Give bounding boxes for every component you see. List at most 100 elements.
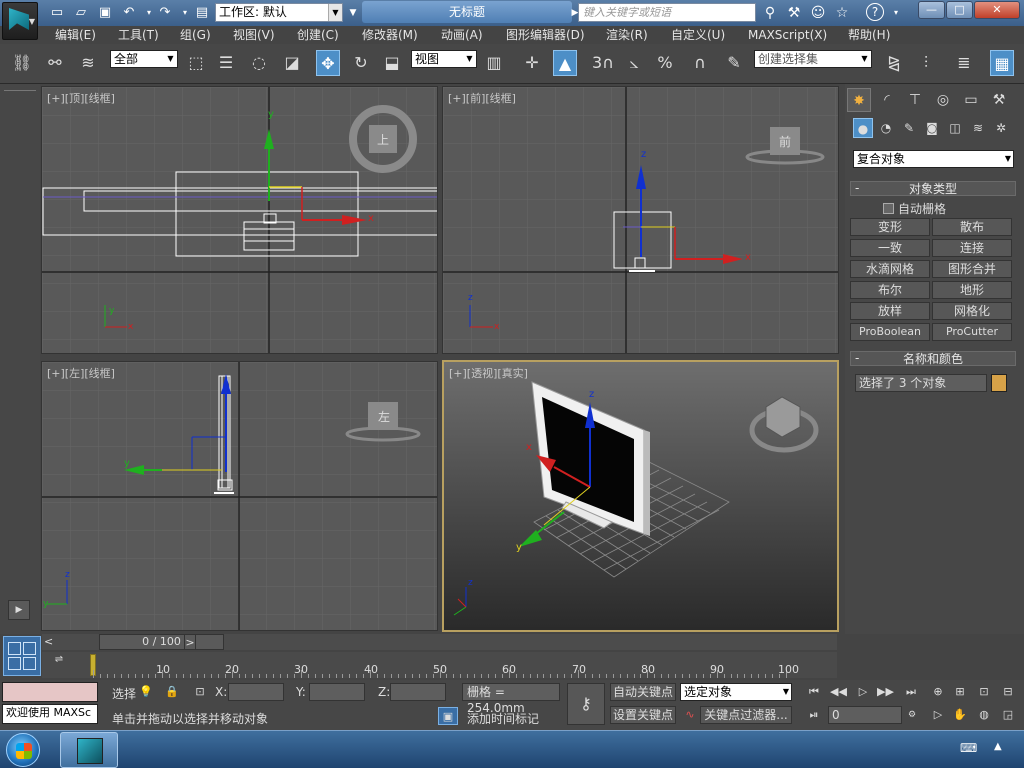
- terrain-button[interactable]: 地形: [932, 281, 1012, 299]
- project-folder-icon[interactable]: ▤: [193, 4, 211, 22]
- menu-help[interactable]: 帮助(H): [848, 26, 890, 44]
- select-object-icon[interactable]: ⬚: [184, 50, 208, 76]
- zoom-extents-all-icon[interactable]: ⊟: [1000, 683, 1016, 701]
- menu-graph-editors[interactable]: 图形编辑器(D): [506, 26, 585, 44]
- select-by-name-icon[interactable]: ☰: [214, 50, 238, 76]
- open-file-icon[interactable]: ▱: [72, 4, 90, 22]
- morph-button[interactable]: 变形: [850, 218, 930, 236]
- rectangular-selection-icon[interactable]: ◌: [247, 50, 271, 76]
- select-and-rotate-icon[interactable]: ↻: [349, 50, 373, 76]
- taskbar-3dsmax-button[interactable]: [60, 732, 118, 768]
- menu-tools[interactable]: 工具(T): [118, 26, 159, 44]
- motion-tab-icon[interactable]: ◎: [931, 88, 955, 112]
- lights-icon[interactable]: ✎: [899, 118, 919, 138]
- spinner-snap-icon[interactable]: ∩: [688, 50, 712, 76]
- help-icon[interactable]: ?: [866, 3, 884, 21]
- keyboard-icon[interactable]: ⌨: [960, 741, 977, 755]
- set-key-button[interactable]: 设置关键点: [610, 706, 676, 724]
- viewport-perspective-label[interactable]: [+][透视][真实]: [449, 365, 528, 381]
- mirror-icon[interactable]: ⧎: [882, 50, 906, 76]
- pan-view-icon[interactable]: ✋: [952, 706, 968, 724]
- selection-filter-dropdown[interactable]: 全部 ▼: [110, 50, 178, 68]
- layer-manager-icon[interactable]: ≣: [952, 50, 976, 76]
- viewport-top-label[interactable]: [+][顶][线框]: [47, 90, 115, 106]
- object-color-swatch[interactable]: [991, 374, 1007, 392]
- menu-view[interactable]: 视图(V): [233, 26, 275, 44]
- communication-center-icon[interactable]: ⚒: [784, 3, 804, 23]
- keyboard-shortcut-override-icon[interactable]: ▲: [553, 50, 577, 76]
- modify-tab-icon[interactable]: ◜: [875, 88, 899, 112]
- minimize-button[interactable]: —: [918, 1, 945, 19]
- pivot-center-icon[interactable]: ▥: [482, 50, 506, 76]
- scatter-button[interactable]: 散布: [932, 218, 1012, 236]
- object-type-rollout-header[interactable]: - 对象类型: [850, 181, 1016, 196]
- track-bar[interactable]: ⇌ 10 20 30 40 50 60 70 80 90 100: [42, 652, 837, 678]
- new-file-icon[interactable]: ▭: [48, 4, 66, 22]
- align-icon[interactable]: ⫶: [914, 50, 938, 76]
- set-key-icon[interactable]: ⚷: [567, 683, 605, 725]
- expand-panel-button[interactable]: ▶: [8, 600, 30, 620]
- goto-start-icon[interactable]: ⏮: [806, 683, 822, 701]
- x-coord-field[interactable]: [228, 683, 284, 701]
- select-and-scale-icon[interactable]: ⬓: [380, 50, 404, 76]
- field-of-view-icon[interactable]: ▷: [930, 706, 946, 724]
- create-tab-icon[interactable]: ✸: [847, 88, 871, 112]
- edit-named-selection-icon[interactable]: ✎: [722, 50, 746, 76]
- selection-lock-icon[interactable]: 🔒: [164, 683, 180, 701]
- maximize-button[interactable]: □: [946, 1, 973, 19]
- hierarchy-tab-icon[interactable]: ⊤: [903, 88, 927, 112]
- proboolean-button[interactable]: ProBoolean: [850, 323, 930, 341]
- name-color-rollout-header[interactable]: - 名称和颜色: [850, 351, 1016, 366]
- geometry-icon[interactable]: ●: [853, 118, 873, 138]
- mini-curve-editor-icon[interactable]: ⇌: [44, 654, 74, 674]
- viewport-left-label[interactable]: [+][左][线框]: [47, 365, 115, 381]
- graphite-ribbon-icon[interactable]: ▦: [990, 50, 1014, 76]
- key-mode-dropdown[interactable]: 选定对象 ▼: [680, 683, 792, 701]
- search-input[interactable]: 键入关键字或短语: [578, 3, 756, 22]
- current-frame-field[interactable]: 0: [828, 706, 902, 724]
- zoom-extents-icon[interactable]: ⊡: [976, 683, 992, 701]
- menu-customize[interactable]: 自定义(U): [671, 26, 725, 44]
- loft-button[interactable]: 放样: [850, 302, 930, 320]
- select-manipulate-icon[interactable]: ✛: [520, 50, 544, 76]
- favorites-star-icon[interactable]: ☆: [832, 3, 852, 23]
- angle-snap-icon[interactable]: ⦣: [622, 50, 646, 76]
- viewport-layout-button[interactable]: [3, 636, 41, 676]
- viewport-front[interactable]: z x z x [+][前][线框] 前: [442, 86, 839, 354]
- menu-maxscript[interactable]: MAXScript(X): [748, 26, 827, 44]
- systems-icon[interactable]: ✲: [991, 118, 1011, 138]
- connect-button[interactable]: 连接: [932, 239, 1012, 257]
- viewcube-front[interactable]: 前: [773, 133, 797, 150]
- start-button[interactable]: [6, 733, 40, 767]
- shapes-icon[interactable]: ◔: [876, 118, 896, 138]
- user-icon[interactable]: ☺: [808, 3, 828, 23]
- named-selection-dropdown[interactable]: 创建选择集 ▼: [754, 50, 872, 68]
- helpers-icon[interactable]: ◫: [945, 118, 965, 138]
- reference-coordinate-dropdown[interactable]: 视图 ▼: [411, 50, 477, 68]
- shapemerge-button[interactable]: 图形合并: [932, 260, 1012, 278]
- cameras-icon[interactable]: ◙: [922, 118, 942, 138]
- procutter-button[interactable]: ProCutter: [932, 323, 1012, 341]
- workspace-dropdown[interactable]: 工作区: 默认 ▼: [215, 3, 343, 22]
- binoculars-icon[interactable]: ⚲: [760, 3, 780, 23]
- display-tab-icon[interactable]: ▭: [959, 88, 983, 112]
- boolean-button[interactable]: 布尔: [850, 281, 930, 299]
- key-filters-button[interactable]: 关键点过滤器...: [700, 706, 792, 724]
- conform-button[interactable]: 一致: [850, 239, 930, 257]
- goto-end-icon[interactable]: ⏭: [903, 683, 919, 701]
- menu-group[interactable]: 组(G): [180, 26, 211, 44]
- object-name-field[interactable]: 选择了 3 个对象: [855, 374, 987, 392]
- quick-access-dropdown-icon[interactable]: ▼: [344, 4, 362, 22]
- menu-modifiers[interactable]: 修改器(M): [362, 26, 418, 44]
- viewcube-left[interactable]: 左: [372, 408, 396, 425]
- maximize-viewport-icon[interactable]: ◲: [1000, 706, 1016, 724]
- save-file-icon[interactable]: ▣: [96, 4, 114, 22]
- menu-rendering[interactable]: 渲染(R): [606, 26, 648, 44]
- prev-frame-icon[interactable]: ◀◀: [830, 683, 847, 701]
- play-icon[interactable]: ▷: [855, 683, 871, 701]
- time-config-icon[interactable]: ⚙: [904, 706, 920, 724]
- add-time-tag-label[interactable]: 添加时间标记: [467, 710, 539, 727]
- unlink-icon[interactable]: ⚯: [43, 50, 67, 76]
- undo-icon[interactable]: ↶: [120, 4, 138, 22]
- viewport-top[interactable]: y x y x [+][顶][线框] 上: [41, 86, 438, 354]
